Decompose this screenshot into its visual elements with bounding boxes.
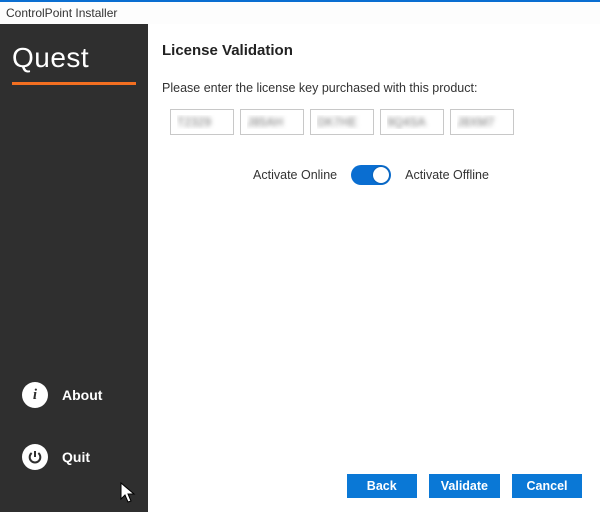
brand-logo: Quest: [0, 24, 148, 95]
toggle-label-online: Activate Online: [253, 168, 337, 182]
sidebar-spacer: [0, 95, 148, 372]
license-key-row: [162, 109, 580, 135]
toggle-knob: [373, 167, 389, 183]
license-key-seg1[interactable]: [170, 109, 234, 135]
sidebar: Quest i About Quit: [0, 24, 148, 512]
instruction-text: Please enter the license key purchased w…: [162, 81, 580, 95]
toggle-label-offline: Activate Offline: [405, 168, 489, 182]
power-icon: [22, 444, 48, 470]
license-key-seg5[interactable]: [450, 109, 514, 135]
brand-underline: [12, 82, 136, 85]
license-key-seg3[interactable]: [310, 109, 374, 135]
window-body: Quest i About Quit License Valida: [0, 24, 600, 512]
license-key-seg4[interactable]: [380, 109, 444, 135]
sidebar-item-label: About: [62, 387, 102, 403]
activation-toggle-row: Activate Online Activate Offline: [162, 165, 580, 185]
window-title: ControlPoint Installer: [6, 6, 117, 20]
footer-buttons: Back Validate Cancel: [347, 474, 582, 498]
brand-name: Quest: [12, 42, 136, 74]
main-panel: License Validation Please enter the lice…: [148, 24, 600, 512]
installer-window: ControlPoint Installer Quest i About: [0, 0, 600, 512]
sidebar-item-label: Quit: [62, 449, 90, 465]
activation-toggle[interactable]: [351, 165, 391, 185]
validate-button[interactable]: Validate: [429, 474, 500, 498]
license-key-seg2[interactable]: [240, 109, 304, 135]
window-titlebar: ControlPoint Installer: [0, 2, 600, 24]
cancel-button[interactable]: Cancel: [512, 474, 582, 498]
sidebar-item-about[interactable]: i About: [0, 372, 148, 418]
sidebar-item-quit[interactable]: Quit: [0, 434, 148, 480]
back-button[interactable]: Back: [347, 474, 417, 498]
info-icon: i: [22, 382, 48, 408]
page-title: License Validation: [162, 42, 580, 59]
